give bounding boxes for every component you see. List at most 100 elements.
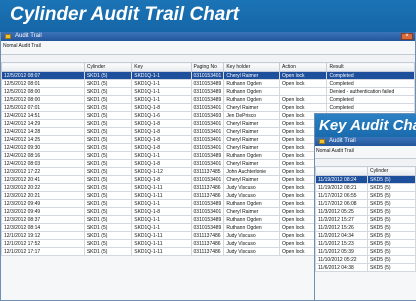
table-cell: SKD1 (5) xyxy=(83,167,133,176)
table-cell: 12/3/2012 20:21 xyxy=(1,191,85,200)
table-row[interactable]: 11/1/2012 05:39 SKD5 (5) xyxy=(315,247,416,256)
close-button[interactable]: × xyxy=(401,33,413,40)
table-cell: 12/1/2012 17:17 xyxy=(1,247,85,256)
table-cell: 11/19/2012 08:21 xyxy=(315,183,368,192)
column-header[interactable]: Key xyxy=(131,62,192,72)
table-cell: 12/4/2012 14:25 xyxy=(1,135,85,144)
table-cell: Ruthann Ogden xyxy=(223,151,281,160)
table-cell: SKD1Q-1-8 xyxy=(131,119,192,128)
key-audit-table: Cylinder 11/19/2012 08:24 SKD5 (5) 11/19/2… xyxy=(315,166,416,272)
table-row[interactable]: 11/19/2012 08:21 SKD5 (5) xyxy=(315,183,416,192)
table-cell: SKD5 (5) xyxy=(367,239,416,248)
table-cell: Ruthann Ogden xyxy=(223,223,281,232)
table-cell: Completed xyxy=(326,95,415,104)
table-cell: 12/5/2012 08:00 xyxy=(1,87,85,96)
table-cell: SKD1 (5) xyxy=(83,151,133,160)
column-header[interactable]: Action xyxy=(279,62,328,72)
table-cell: SKD1Q-1-11 xyxy=(131,183,192,192)
table-cell: 12/3/2012 20:41 xyxy=(1,175,85,184)
column-header[interactable] xyxy=(1,62,85,72)
table-cell: SKD1 (5) xyxy=(83,199,133,208)
table-cell: Denied - authentication failed xyxy=(326,87,415,96)
table-cell: SKD1 (5) xyxy=(83,215,133,224)
table-cell: SKD1Q-1-12 xyxy=(131,167,192,176)
table-cell: 11/6/2012 04:38 xyxy=(315,263,368,272)
table-cell: 12/4/2012 08:03 xyxy=(1,159,85,168)
table-cell: SKD1 (5) xyxy=(83,183,133,192)
table-cell: 12/3/2012 09:49 xyxy=(1,207,85,216)
table-cell: Open lock xyxy=(279,79,328,88)
table-cell: SKD5 (5) xyxy=(367,175,416,184)
column-header[interactable]: Key holder xyxy=(223,62,281,72)
table-cell: 11/17/2012 06:55 xyxy=(315,191,368,200)
table-cell: SKD1Q-1-11 xyxy=(131,231,192,240)
table-cell: SKD1Q-1-8 xyxy=(131,175,192,184)
table-cell: SKD5 (5) xyxy=(367,207,416,216)
table-row[interactable]: 11/2/2012 15:26 SKD5 (5) xyxy=(315,223,416,232)
chart-banner: Cylinder Audit Trail Chart xyxy=(0,0,416,32)
table-row[interactable]: 11/17/2012 06:55 SKD5 (5) xyxy=(315,191,416,200)
table-cell: SKD1Q-1-11 xyxy=(131,239,192,248)
column-header[interactable]: Cylinder xyxy=(367,166,416,176)
table-cell: Judy Viscuso xyxy=(223,239,281,248)
table-cell: SKD5 (5) xyxy=(367,191,416,200)
table-row[interactable]: 11/17/2012 06:08 SKD5 (5) xyxy=(315,199,416,208)
table-cell: Cheryl Raimer xyxy=(223,103,281,112)
table-cell: Completed xyxy=(326,103,415,112)
table-cell: 0311137486 xyxy=(190,183,225,192)
column-header[interactable]: Paging No xyxy=(190,62,225,72)
table-row[interactable]: 11/10/2012 05:22 SKD5 (5) xyxy=(315,255,416,264)
table-cell: SKD1 (5) xyxy=(83,71,133,80)
table-cell: 12/3/2012 08:14 xyxy=(1,223,85,232)
table-cell: 0310153401 xyxy=(190,71,225,80)
table-row[interactable]: 12/5/2012 08:07 SKD1 (5) SKD1Q-1-1 03101534… xyxy=(1,71,415,80)
table-row[interactable]: 12/5/2012 07:01 SKD1 (5) SKD1Q-1-8 03101534… xyxy=(1,103,415,112)
table-cell: SKD1Q-1-1 xyxy=(131,95,192,104)
table-cell: 0310153489 xyxy=(190,199,225,208)
table-cell: 11/1/2012 05:39 xyxy=(315,247,368,256)
window-title: Audit Trail xyxy=(15,33,42,39)
table-row[interactable]: 12/5/2012 08:00 SKD1 (5) SKD1Q-1-1 03101534… xyxy=(1,87,415,96)
table-cell: SKD1Q-1-8 xyxy=(131,127,192,136)
table-cell: SKD5 (5) xyxy=(367,215,416,224)
table-cell: Cheryl Raimer xyxy=(223,159,281,168)
column-header[interactable]: Cylinder xyxy=(83,62,133,72)
table-row[interactable]: 11/6/2012 04:38 SKD5 (5) xyxy=(315,263,416,272)
table-cell: SKD1 (5) xyxy=(83,159,133,168)
table-row[interactable]: 11/19/2012 08:24 SKD5 (5) xyxy=(315,175,416,184)
table-cell: SKD1 (5) xyxy=(83,103,133,112)
table-row[interactable]: 11/2/2012 15:27 SKD5 (5) xyxy=(315,215,416,224)
table-cell: 0311137486 xyxy=(190,239,225,248)
table-row[interactable]: 11/2/2012 04:34 SKD5 (5) xyxy=(315,231,416,240)
table-cell: SKD1Q-1-1 xyxy=(131,223,192,232)
table-cell: 0310153489 xyxy=(190,215,225,224)
table-cell: Cheryl Raimer xyxy=(223,143,281,152)
table-cell: Cheryl Raimer xyxy=(223,135,281,144)
table-cell: Cheryl Raimer xyxy=(223,71,281,80)
table-row[interactable]: 11/1/2012 15:23 SKD5 (5) xyxy=(315,239,416,248)
table-cell: SKD1 (5) xyxy=(83,119,133,128)
table-cell: 12/5/2012 08:00 xyxy=(1,95,85,104)
table-cell: SKD1Q-1-8 xyxy=(131,159,192,168)
table-cell: SKD1 (5) xyxy=(83,143,133,152)
table-cell: 11/3/2012 05:25 xyxy=(315,207,368,216)
table-row[interactable]: 11/3/2012 05:25 SKD5 (5) xyxy=(315,207,416,216)
table-cell: 12/4/2012 09:30 xyxy=(1,143,85,152)
table-cell: Cheryl Raimer xyxy=(223,175,281,184)
table-row[interactable]: 12/5/2012 08:01 SKD1 (5) SKD1Q-1-1 03101534… xyxy=(1,79,415,88)
table-cell: SKD1 (5) xyxy=(83,135,133,144)
table-cell: Cheryl Raimer xyxy=(223,127,281,136)
table-cell: Judy Viscuso xyxy=(223,231,281,240)
column-header[interactable]: Result xyxy=(326,62,415,72)
table-cell: SKD1Q-1-1 xyxy=(131,79,192,88)
table-cell xyxy=(279,87,328,96)
table-cell: 11/17/2012 06:08 xyxy=(315,199,368,208)
table-cell: SKD1 (5) xyxy=(83,247,133,256)
table-cell: 12/3/2012 09:49 xyxy=(1,199,85,208)
table-cell: Judy Viscuso xyxy=(223,191,281,200)
table-cell: SKD5 (5) xyxy=(367,255,416,264)
table-cell: SKD5 (5) xyxy=(367,231,416,240)
column-header[interactable] xyxy=(315,166,368,176)
table-row[interactable]: 12/5/2012 08:00 SKD1 (5) SKD1Q-1-1 03101534… xyxy=(1,95,415,104)
table-cell: Completed xyxy=(326,79,415,88)
